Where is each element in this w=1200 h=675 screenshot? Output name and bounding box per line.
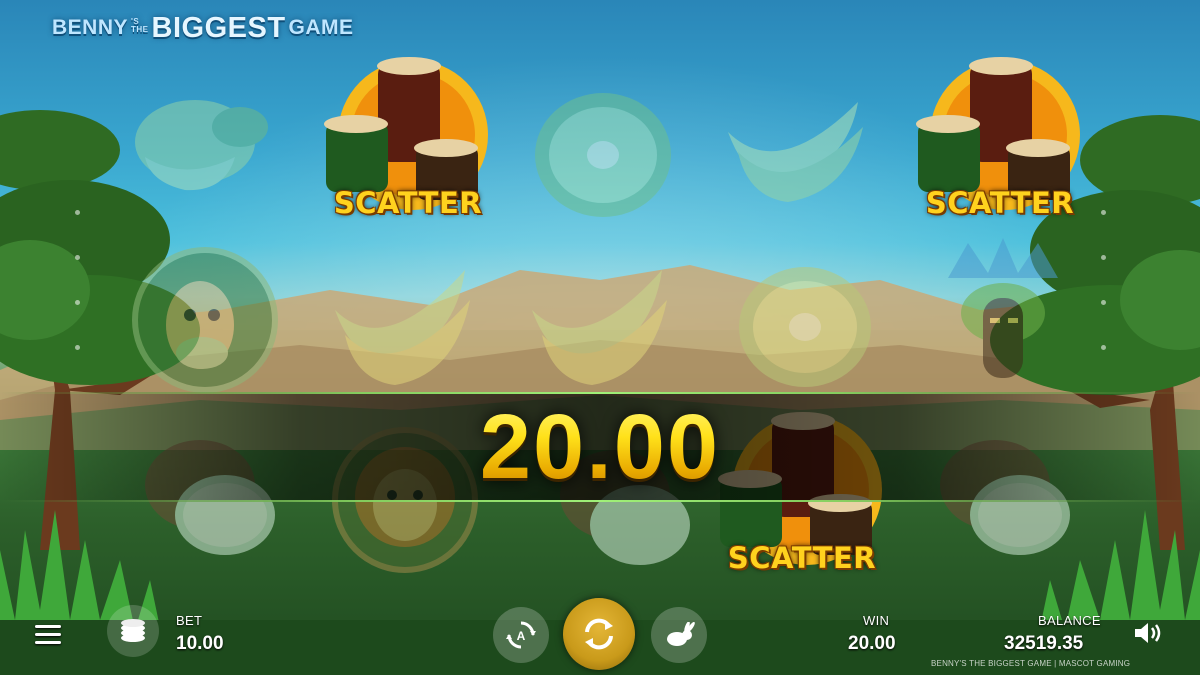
scatter-label: SCATTER [333, 186, 483, 220]
win-value: 20.00 [848, 633, 896, 654]
scatter-label: SCATTER [925, 186, 1075, 220]
win-label: WIN [863, 613, 890, 628]
autoplay-button[interactable]: A [493, 607, 549, 663]
coconut-icon [125, 72, 275, 222]
spin-button[interactable] [563, 598, 635, 670]
reel-divider-dot [75, 300, 80, 305]
kiwi-icon [735, 255, 885, 405]
speaker-icon [1135, 623, 1161, 643]
balance-value: 32519.35 [1004, 633, 1084, 654]
game-stage: BENNY 'S THE BIGGEST GAME SCATTER SCATTE… [0, 0, 1200, 675]
bet-value: 10.00 [176, 633, 224, 654]
banana-icon [522, 250, 672, 400]
reel-divider-dot [1101, 300, 1106, 305]
reel-divider-dot [75, 345, 80, 350]
game-logo: BENNY 'S THE BIGGEST GAME [52, 10, 354, 46]
hamburger-menu-icon[interactable] [35, 625, 61, 645]
sound-button[interactable] [1131, 618, 1165, 648]
banana-icon [718, 72, 868, 222]
reel-divider-dot [1101, 345, 1106, 350]
logo-word-biggest: BIGGEST [151, 11, 286, 44]
logo-word-game: GAME [288, 16, 354, 39]
bet-label: BET [176, 613, 203, 628]
scatter-drums-icon: SCATTER [318, 50, 498, 230]
coin-stack-icon [121, 619, 145, 642]
logo-superscript: 'S THE [131, 18, 149, 34]
balance-label: BALANCE [1038, 613, 1101, 628]
bet-coins-button[interactable] [107, 605, 159, 657]
rabbit-icon [667, 622, 695, 646]
turbo-button[interactable] [651, 607, 707, 663]
reel-divider-dot [1101, 210, 1106, 215]
game-credit: BENNY'S THE BIGGEST GAME | MASCOT GAMING [931, 659, 1131, 668]
banana-icon [325, 250, 475, 400]
autoplay-icon: A [506, 621, 536, 649]
scatter-drums-icon: SCATTER [910, 50, 1090, 230]
logo-sup-the: THE [131, 25, 149, 34]
svg-text:A: A [517, 629, 526, 643]
mask-icon [928, 238, 1078, 388]
win-banner-top-edge [0, 392, 1200, 394]
reel-divider-dot [1101, 255, 1106, 260]
reel-divider-dot [75, 255, 80, 260]
kiwi-icon [528, 85, 678, 235]
reel-divider-dot [75, 210, 80, 215]
logo-word-benny: BENNY [52, 16, 129, 39]
giraffe-icon [130, 245, 280, 395]
spin-arrows-icon [585, 618, 613, 650]
